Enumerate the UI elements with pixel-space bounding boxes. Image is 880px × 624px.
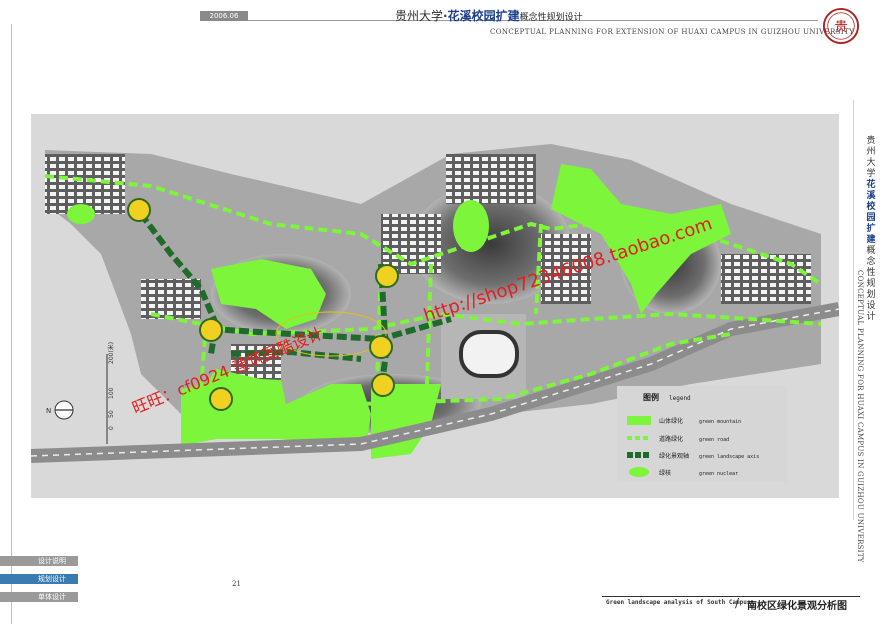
nav-item-planning[interactable]: 规划设计 [0, 574, 78, 584]
nav-item-design-notes[interactable]: 设计说明 [0, 556, 78, 566]
left-rule [11, 24, 12, 624]
building-cluster-w [141, 279, 201, 319]
seal-glyph: 贵 [834, 19, 847, 35]
footer-slash: / [735, 596, 740, 610]
header-date: 2006.06 [200, 11, 248, 21]
scale-tick-50: 50 [108, 410, 115, 418]
side-title-main: 贵州大学 [866, 136, 876, 179]
campus-map: N 0 50 100 200(米) 图例 legend 山体绿化 green m… [31, 114, 839, 498]
legend-en-mountain: green mountain [699, 419, 741, 425]
legend-cn-mountain: 山体绿化 [659, 417, 683, 425]
side-title-cn: 贵州大学花溪校园扩建概念性规划设计 [865, 136, 877, 323]
right-rule [853, 100, 854, 520]
nav-item-building[interactable]: 单体设计 [0, 592, 78, 602]
scale-tick-0: 0 [108, 426, 115, 430]
page-title-en: CONCEPTUAL PLANNING FOR EXTENSION OF HUA… [490, 28, 855, 36]
scale-label: 200(米) [107, 342, 115, 364]
title-suffix: 概念性规划设计 [519, 13, 583, 23]
scale-tick-100: 100 [108, 387, 115, 399]
side-title-suffix: 概念性规划设计 [866, 246, 876, 322]
footer-title-en: Green landscape analysis of South Campus [606, 599, 751, 606]
title-highlight: ·花溪校园扩建 [443, 9, 520, 23]
page-title: 贵州大学·花溪校园扩建概念性规划设计 [395, 7, 583, 24]
north-label: N [46, 407, 51, 415]
legend-title-en: legend [669, 395, 691, 402]
legend-swatch-mountain [627, 416, 651, 425]
legend-swatch-nuclear [629, 467, 649, 477]
university-seal-icon: 贵 [822, 7, 860, 45]
running-track [459, 330, 519, 378]
legend-cn-road: 道路绿化 [659, 435, 683, 443]
legend-title: 图例 [643, 392, 659, 402]
side-title-highlight: 花溪校园扩建 [866, 180, 876, 245]
legend-cn-nuclear: 绿核 [659, 469, 671, 477]
title-main: 贵州大学 [395, 9, 444, 23]
legend-en-nuclear: green nuclear [699, 471, 738, 477]
building-cluster-e [721, 254, 811, 304]
legend-cn-axis: 绿化景观轴 [659, 452, 689, 460]
building-cluster-n [446, 154, 536, 204]
legend: 图例 legend 山体绿化 green mountain 道路绿化 green… [617, 386, 787, 482]
page-number: 21 [232, 580, 241, 588]
footer-title-cn: 南校区绿化景观分析图 [747, 601, 847, 612]
side-title-en: CONCEPTUAL PLANNING FOR HUAXI CAMPUS IN … [856, 270, 864, 563]
legend-en-axis: green landscape axis [699, 454, 759, 460]
green-nuclear-nw [67, 204, 95, 224]
legend-en-road: green road [699, 437, 729, 443]
green-mountain-center [453, 200, 489, 252]
